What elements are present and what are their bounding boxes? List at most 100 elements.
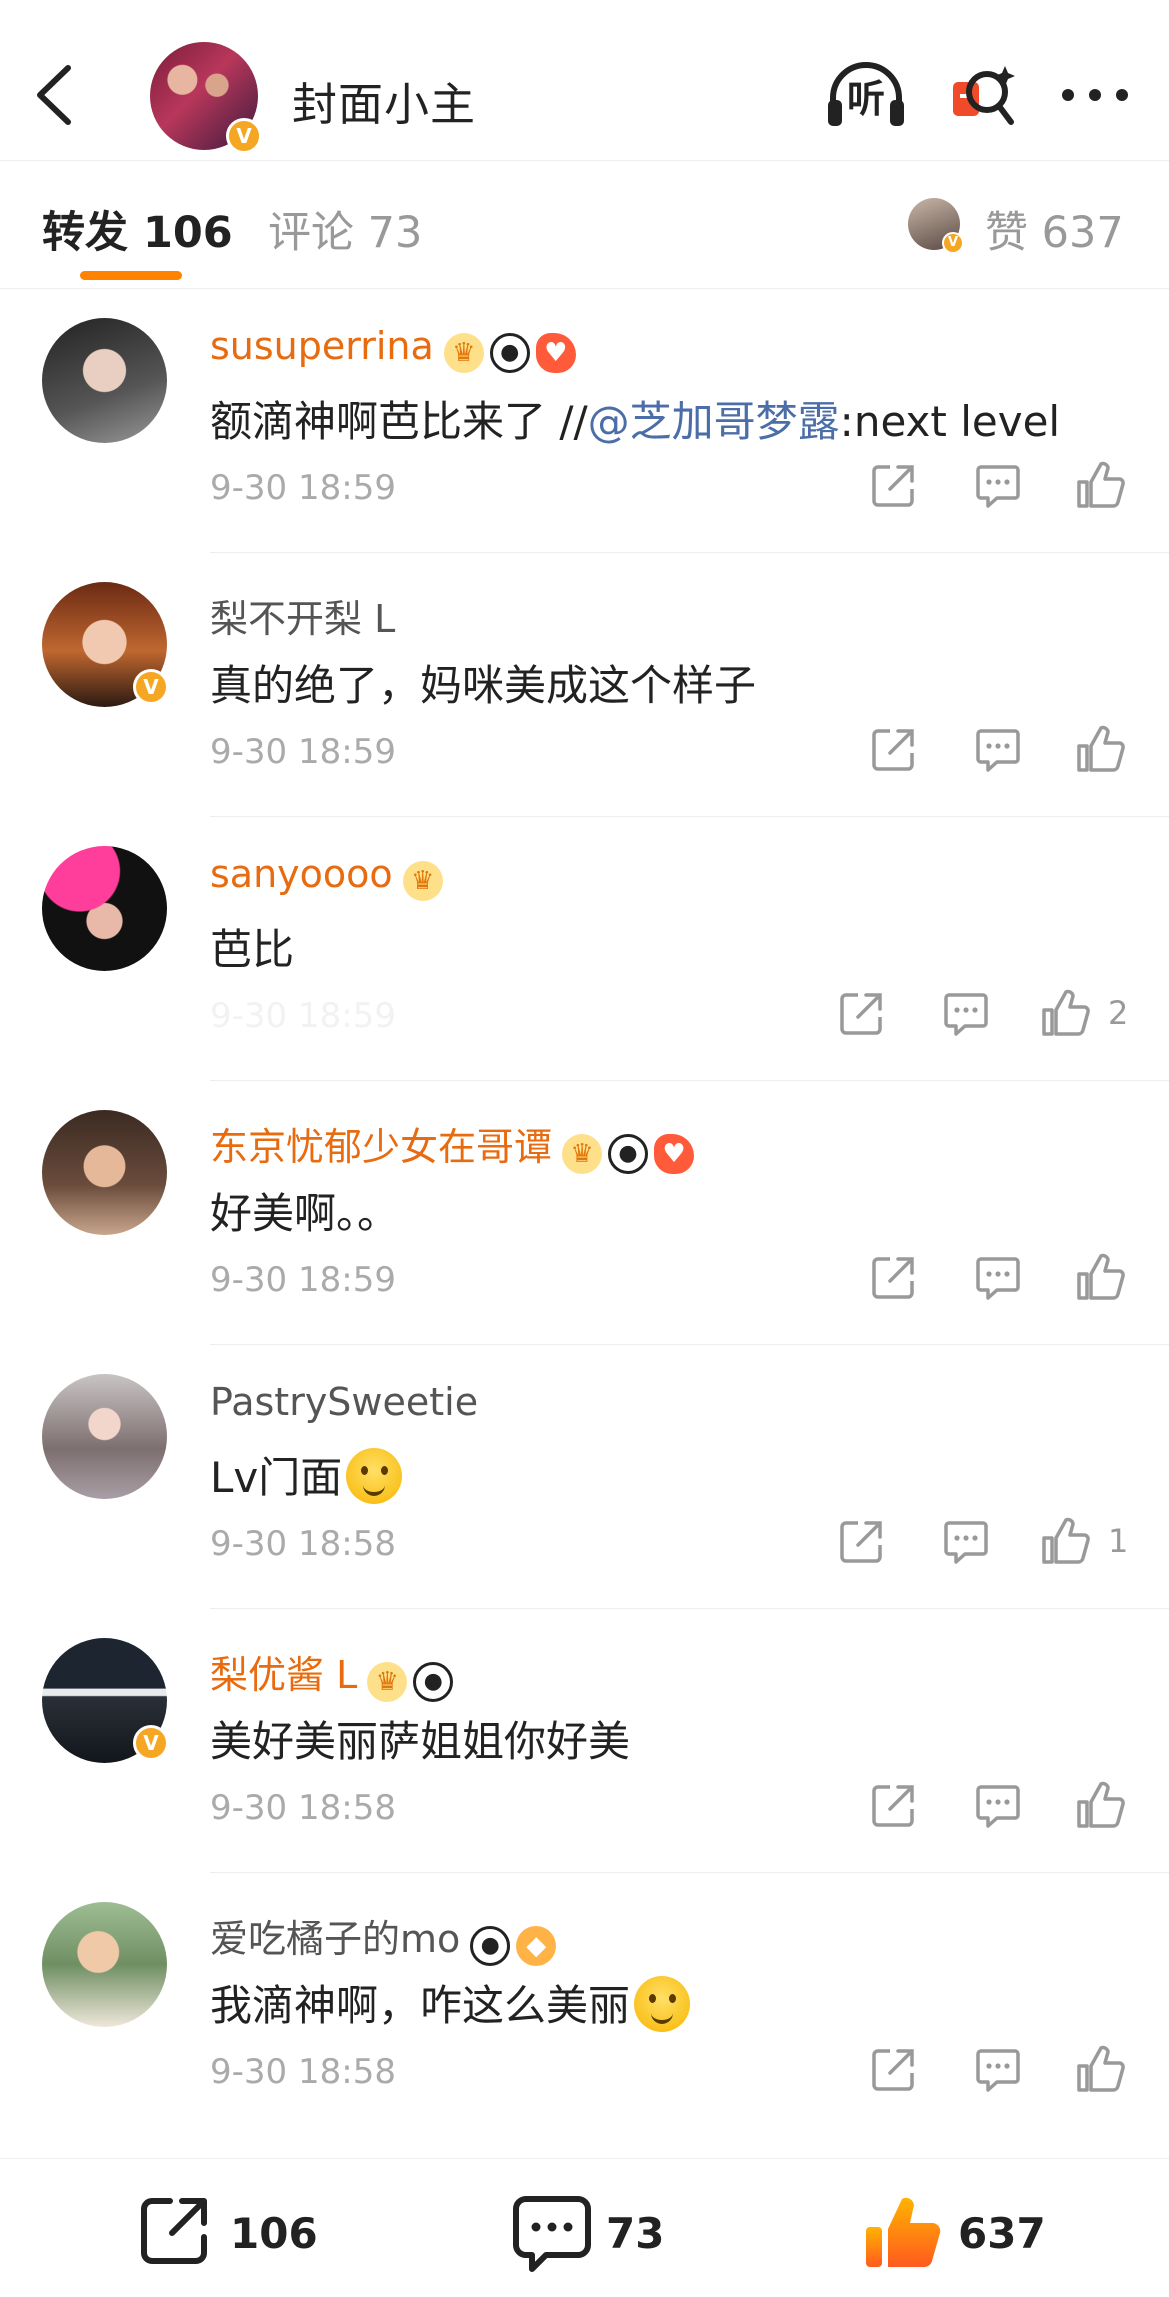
like-count: 2 bbox=[1108, 994, 1129, 1032]
like-button[interactable] bbox=[1075, 1248, 1135, 1308]
timestamp: 9-30 18:58 bbox=[210, 2052, 396, 2092]
comment-icon bbox=[976, 1257, 1020, 1300]
timestamp: 9-30 18:59 bbox=[210, 996, 396, 1036]
comment-icon bbox=[976, 2049, 1020, 2092]
listen-button[interactable]: 听 bbox=[825, 60, 907, 130]
avatar[interactable] bbox=[42, 1110, 167, 1235]
username[interactable]: PastrySweetie bbox=[210, 1380, 478, 1424]
page-title[interactable]: 封面小主 bbox=[292, 68, 476, 133]
share-button[interactable] bbox=[870, 2040, 920, 2100]
mention-link[interactable]: @芝加哥梦露 bbox=[588, 397, 840, 446]
repost-item[interactable]: sanyoooo ♛ 芭比 9-30 18:59 2 bbox=[0, 816, 1169, 1080]
comment-icon bbox=[976, 1785, 1020, 1828]
tab-reposts[interactable]: 转发 106 bbox=[42, 198, 233, 260]
username[interactable]: 爱吃橘子的mo bbox=[210, 1917, 460, 1961]
comment-text: 芭比 bbox=[210, 925, 295, 974]
comment-body: 好美啊。。 bbox=[210, 1180, 399, 1241]
share-icon bbox=[872, 1785, 914, 1827]
thumbs-up-icon bbox=[1077, 461, 1125, 508]
avatar[interactable] bbox=[42, 1374, 167, 1499]
avatar[interactable] bbox=[42, 846, 167, 971]
username[interactable]: 梨优酱 L bbox=[210, 1653, 357, 1697]
comment-text: 真的绝了，妈咪美成这个样子 bbox=[210, 661, 757, 710]
comment-icon bbox=[513, 2196, 591, 2272]
bird-badge-icon: ♥ bbox=[654, 1133, 695, 1174]
share-button[interactable] bbox=[870, 1776, 920, 1836]
share-button[interactable] bbox=[870, 1248, 920, 1308]
ai-search-icon bbox=[953, 66, 1015, 125]
share-icon bbox=[840, 1521, 882, 1563]
username[interactable]: sanyoooo bbox=[210, 852, 393, 896]
share-button[interactable] bbox=[870, 720, 920, 780]
ai-search-button[interactable] bbox=[947, 62, 1017, 132]
chevron-left-icon bbox=[37, 65, 71, 125]
share-button[interactable] bbox=[838, 984, 888, 1044]
like-button[interactable]: 1 bbox=[1040, 1512, 1140, 1572]
heart-face-emoji-icon bbox=[634, 1976, 691, 2032]
username[interactable]: 梨不开梨 L bbox=[210, 597, 395, 641]
like-button[interactable] bbox=[1075, 1776, 1135, 1836]
share-button[interactable] bbox=[870, 456, 920, 516]
repost-item[interactable]: V 梨优酱 L ♛ ● 美好美丽萨姐姐你好美 9-30 18:58 bbox=[0, 1608, 1169, 1872]
user-badges: ♛ ● bbox=[367, 1657, 459, 1702]
listen-label: 听 bbox=[846, 77, 885, 121]
like-button[interactable] bbox=[1075, 2040, 1135, 2100]
username[interactable]: susuperrina bbox=[210, 324, 434, 368]
repost-item[interactable]: PastrySweetie Lv门面 9-30 18:58 1 bbox=[0, 1344, 1169, 1608]
repost-item[interactable]: susuperrina ♛ ● ♥ 额滴神啊芭比来了 //@芝加哥梦露:next le… bbox=[0, 288, 1169, 552]
comment-text: 美好美丽萨姐姐你好美 bbox=[210, 1717, 631, 1766]
reply-button[interactable] bbox=[943, 1512, 993, 1572]
timestamp: 9-30 18:58 bbox=[210, 1524, 396, 1564]
reply-button[interactable] bbox=[975, 1776, 1025, 1836]
user-badges: ● ◆ bbox=[470, 1921, 562, 1966]
tab-likes[interactable]: 赞 637 bbox=[985, 198, 1124, 260]
like-button[interactable] bbox=[1075, 456, 1135, 516]
reply-button[interactable] bbox=[943, 984, 993, 1044]
thumbs-up-icon bbox=[1042, 1517, 1090, 1564]
user-badges: ♛ ● ♥ bbox=[562, 1129, 700, 1174]
share-button[interactable] bbox=[838, 1512, 888, 1572]
crown-badge-icon: ♛ bbox=[367, 1661, 408, 1702]
divider bbox=[210, 1080, 1169, 1081]
share-icon bbox=[872, 465, 914, 507]
divider bbox=[210, 552, 1169, 553]
comment-button[interactable]: 73 bbox=[512, 2159, 672, 2297]
verified-badge-icon: V bbox=[133, 1725, 169, 1761]
channel-avatar[interactable]: V bbox=[150, 42, 262, 154]
reply-button[interactable] bbox=[975, 720, 1025, 780]
verified-badge-icon: V bbox=[942, 232, 964, 254]
avatar[interactable] bbox=[42, 1902, 167, 2027]
panda-badge-icon: ● bbox=[470, 1925, 511, 1966]
comment-text: :next level bbox=[839, 397, 1061, 446]
more-options-button[interactable] bbox=[1060, 80, 1130, 110]
comment-text: 额滴神啊芭比来了 // bbox=[210, 397, 588, 446]
like-button[interactable] bbox=[1075, 720, 1135, 780]
divider bbox=[210, 288, 1169, 289]
repost-item[interactable]: 东京忧郁少女在哥谭 ♛ ● ♥ 好美啊。。 9-30 18:59 bbox=[0, 1080, 1169, 1344]
share-icon bbox=[872, 1257, 914, 1299]
thumbs-up-icon bbox=[1077, 2045, 1125, 2092]
bird-badge-icon: ♥ bbox=[535, 332, 576, 373]
repost-button[interactable]: 106 bbox=[138, 2159, 328, 2297]
crown-badge-icon: ♛ bbox=[443, 332, 484, 373]
bottom-action-bar: 106 73 637 bbox=[0, 2158, 1169, 2297]
avatar[interactable] bbox=[42, 318, 167, 443]
like-button[interactable]: 2 bbox=[1040, 984, 1140, 1044]
liker-avatar: V bbox=[908, 198, 964, 254]
avatar[interactable]: V bbox=[42, 582, 169, 707]
repost-item[interactable]: V 梨不开梨 L 真的绝了，妈咪美成这个样子 9-30 18:59 bbox=[0, 552, 1169, 816]
comment-text: 我滴神啊，咋这么美丽 bbox=[210, 1981, 631, 2030]
reply-button[interactable] bbox=[975, 1248, 1025, 1308]
username[interactable]: 东京忧郁少女在哥谭 bbox=[210, 1125, 552, 1169]
reply-button[interactable] bbox=[975, 456, 1025, 516]
like-button[interactable]: 637 bbox=[862, 2159, 1052, 2297]
repost-item[interactable]: 爱吃橘子的mo ● ◆ 我滴神啊，咋这么美丽 9-30 18:58 bbox=[0, 1872, 1169, 2136]
comment-text: Lv门面 bbox=[210, 1453, 343, 1502]
back-button[interactable] bbox=[30, 60, 80, 130]
reply-button[interactable] bbox=[975, 2040, 1025, 2100]
share-icon bbox=[840, 993, 882, 1035]
timestamp: 9-30 18:59 bbox=[210, 1260, 396, 1300]
top-bar: V 封面小主 听 bbox=[0, 0, 1169, 161]
tab-comments[interactable]: 评论 73 bbox=[268, 198, 422, 260]
avatar[interactable]: V bbox=[42, 1638, 169, 1763]
